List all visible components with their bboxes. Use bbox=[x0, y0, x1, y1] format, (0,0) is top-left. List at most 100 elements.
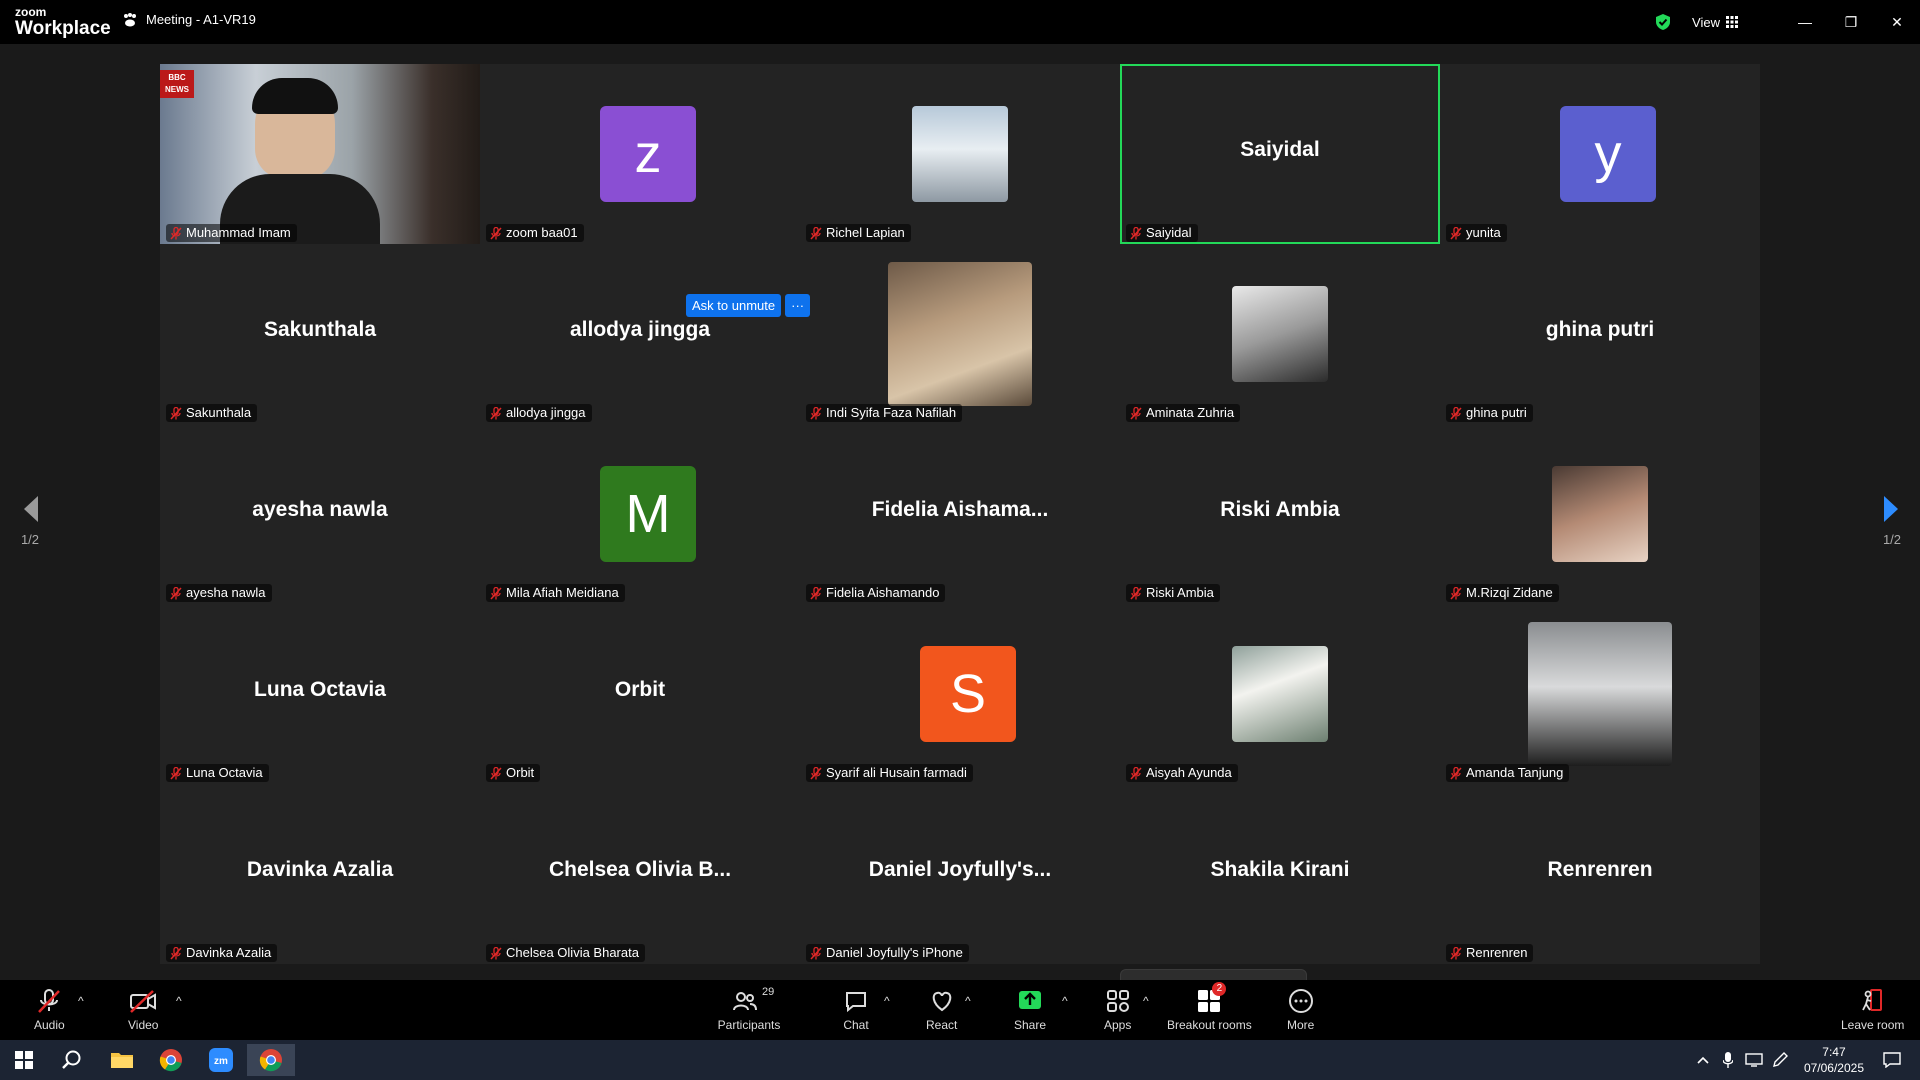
participant-tile[interactable]: Orbit Orbit bbox=[480, 604, 800, 784]
next-page-button[interactable]: 1/2 bbox=[1872, 494, 1912, 547]
participant-name: Aminata Zuhria bbox=[1146, 405, 1235, 420]
participant-tile[interactable]: Sakunthala Sakunthala bbox=[160, 244, 480, 424]
participant-name-label: Syarif ali Husain farmadi bbox=[806, 764, 973, 782]
pen-icon[interactable] bbox=[1766, 1044, 1794, 1076]
breakout-rooms-button[interactable]: 2 Breakout rooms bbox=[1167, 982, 1252, 1032]
participant-tile[interactable]: Chelsea Olivia B... Chelsea Olivia Bharat… bbox=[480, 784, 800, 964]
participant-avatar: M bbox=[600, 466, 696, 562]
participant-tile[interactable]: Saiyidal Saiyidal bbox=[1120, 64, 1440, 244]
participant-tile[interactable]: BBC NEWS Muhammad Imam bbox=[160, 64, 480, 244]
participant-profile-photo bbox=[1528, 622, 1672, 766]
muted-mic-icon bbox=[170, 586, 182, 600]
participants-button[interactable]: 29 Participants bbox=[714, 986, 784, 1032]
participant-tile[interactable]: Indi Syifa Faza Nafilah bbox=[800, 244, 1120, 424]
chevron-left-icon bbox=[24, 496, 38, 522]
clock-time: 7:47 bbox=[1822, 1045, 1846, 1059]
participant-tile[interactable]: allodya jingga allodya jingga bbox=[480, 244, 800, 424]
close-icon[interactable]: ✕ bbox=[1874, 0, 1920, 44]
participant-name-label: M.Rizqi Zidane bbox=[1446, 584, 1559, 602]
chrome-button[interactable] bbox=[151, 1044, 191, 1076]
participant-name-label: Aisyah Ayunda bbox=[1126, 764, 1238, 782]
participant-name: Amanda Tanjung bbox=[1466, 765, 1564, 780]
participant-name: Syarif ali Husain farmadi bbox=[826, 765, 967, 780]
participant-tile[interactable]: Riski Ambia Riski Ambia bbox=[1120, 424, 1440, 604]
muted-mic-icon bbox=[810, 226, 822, 240]
react-button[interactable]: React bbox=[926, 988, 957, 1032]
participant-tile[interactable]: Richel Lapian bbox=[800, 64, 1120, 244]
zoom-app-icon: zm bbox=[209, 1048, 233, 1072]
muted-mic-icon bbox=[490, 226, 502, 240]
notifications-icon[interactable] bbox=[1872, 1044, 1912, 1076]
security-shield-icon[interactable] bbox=[1654, 13, 1672, 31]
muted-mic-icon bbox=[490, 946, 502, 960]
participant-display-name: allodya jingga bbox=[569, 318, 711, 341]
network-icon[interactable] bbox=[1740, 1044, 1768, 1076]
participant-name: allodya jingga bbox=[506, 405, 586, 420]
share-button[interactable]: Share bbox=[1014, 988, 1046, 1032]
tile-more-button[interactable]: ··· bbox=[785, 294, 811, 317]
apps-button[interactable]: Apps bbox=[1104, 988, 1131, 1032]
participant-name: Mila Afiah Meidiana bbox=[506, 585, 619, 600]
windows-logo-icon bbox=[15, 1051, 33, 1069]
participant-profile-photo bbox=[888, 262, 1032, 406]
meeting-info[interactable]: Meeting - A1-VR19 bbox=[122, 12, 256, 27]
folder-icon bbox=[111, 1053, 133, 1068]
more-button[interactable]: More bbox=[1287, 988, 1314, 1032]
participant-tile[interactable]: z zoom baa01 bbox=[480, 64, 800, 244]
participant-tile[interactable]: Aisyah Ayunda bbox=[1120, 604, 1440, 784]
participant-tile[interactable]: S Syarif ali Husain farmadi bbox=[800, 604, 1120, 784]
chat-options-caret[interactable]: ^ bbox=[884, 994, 890, 1008]
participant-tile[interactable]: Aminata Zuhria bbox=[1120, 244, 1440, 424]
minimize-icon[interactable]: — bbox=[1782, 0, 1828, 44]
prev-page-button[interactable]: 1/2 bbox=[10, 494, 50, 547]
audio-button[interactable]: Audio bbox=[34, 988, 65, 1032]
leave-room-button[interactable]: Leave room bbox=[1841, 988, 1904, 1032]
participant-tile[interactable]: Amanda Tanjung bbox=[1440, 604, 1760, 784]
participant-tile[interactable]: Luna Octavia Luna Octavia bbox=[160, 604, 480, 784]
view-button[interactable]: View bbox=[1692, 15, 1738, 30]
video-options-caret[interactable]: ^ bbox=[176, 994, 182, 1008]
participant-tile[interactable]: y yunita bbox=[1440, 64, 1760, 244]
participant-display-name: Shakila Kirani bbox=[1210, 858, 1350, 881]
participant-name: zoom baa01 bbox=[506, 225, 578, 240]
participant-avatar: S bbox=[920, 646, 1016, 742]
participant-name: Fidelia Aishamando bbox=[826, 585, 940, 600]
chat-button[interactable]: Chat bbox=[843, 988, 869, 1032]
participant-tile[interactable]: Davinka Azalia Davinka Azalia bbox=[160, 784, 480, 964]
heart-icon bbox=[932, 991, 951, 1012]
participant-name-label: yunita bbox=[1446, 224, 1507, 242]
breakout-label: Breakout rooms bbox=[1167, 1018, 1252, 1032]
search-button[interactable] bbox=[52, 1044, 92, 1076]
restore-icon[interactable]: ❐ bbox=[1828, 0, 1874, 44]
participant-tile[interactable]: M.Rizqi Zidane bbox=[1440, 424, 1760, 604]
participant-tile[interactable]: Daniel Joyfully's... Daniel Joyfully's iP… bbox=[800, 784, 1120, 964]
participant-tile[interactable]: ayesha nawla ayesha nawla bbox=[160, 424, 480, 604]
system-clock[interactable]: 7:47 07/06/2025 bbox=[1804, 1044, 1864, 1076]
file-explorer-button[interactable] bbox=[102, 1044, 142, 1076]
participant-name: Riski Ambia bbox=[1146, 585, 1214, 600]
title-bar: zoom Workplace Meeting - A1-VR19 View — … bbox=[0, 0, 1920, 44]
participant-profile-photo bbox=[912, 106, 1008, 202]
bbc-news-badge: BBC NEWS bbox=[160, 70, 194, 98]
share-options-caret[interactable]: ^ bbox=[1062, 994, 1068, 1008]
participant-name-label: Amanda Tanjung bbox=[1446, 764, 1570, 782]
microphone-tray-icon[interactable] bbox=[1714, 1044, 1742, 1076]
view-label: View bbox=[1692, 14, 1720, 30]
video-button[interactable]: Video bbox=[128, 988, 158, 1032]
zoom-taskbar-button[interactable]: zm bbox=[201, 1044, 241, 1076]
chrome-active-button[interactable] bbox=[247, 1044, 295, 1076]
apps-options-caret[interactable]: ^ bbox=[1143, 994, 1149, 1008]
participant-name: Saiyidal bbox=[1146, 225, 1192, 240]
start-button[interactable] bbox=[4, 1044, 44, 1076]
participant-tile[interactable]: Fidelia Aishama... Fidelia Aishamando bbox=[800, 424, 1120, 604]
participant-video: BBC NEWS bbox=[160, 64, 480, 244]
participant-tile[interactable]: M Mila Afiah Meidiana bbox=[480, 424, 800, 604]
ask-to-unmute-button[interactable]: Ask to unmute bbox=[686, 294, 782, 317]
participant-tile[interactable]: Shakila Kirani bbox=[1120, 784, 1440, 964]
react-options-caret[interactable]: ^ bbox=[965, 994, 971, 1008]
audio-options-caret[interactable]: ^ bbox=[78, 994, 84, 1008]
participant-name: Davinka Azalia bbox=[186, 945, 272, 960]
participant-tile[interactable]: ghina putri ghina putri bbox=[1440, 244, 1760, 424]
participant-name-label: Saiyidal bbox=[1126, 224, 1198, 242]
participant-tile[interactable]: Renrenren Renrenren bbox=[1440, 784, 1760, 964]
